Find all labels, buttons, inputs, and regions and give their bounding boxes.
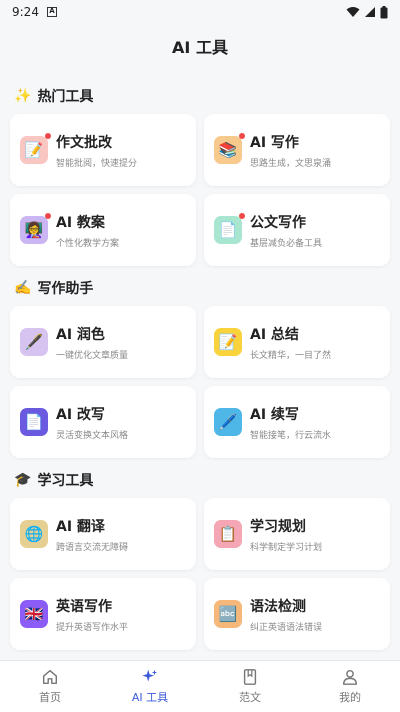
signal-icon — [365, 7, 375, 17]
tool-card-title: AI 翻译 — [56, 518, 105, 535]
tab-label: 首页 — [39, 691, 61, 704]
tool-card-text: 语法检测纠正英语语法错误 — [250, 596, 322, 633]
battery-icon — [380, 5, 388, 18]
tab-label: 我的 — [339, 691, 361, 704]
abc-icon: 🔤 — [214, 600, 242, 628]
tool-card-subtitle: 思路生成，文思泉涌 — [250, 158, 332, 169]
tab-book[interactable]: 范文 — [200, 661, 300, 712]
wifi-icon — [346, 7, 360, 17]
tool-grid: 🌐 AI 翻译跨语言交流无障碍 📋 学习规划科学制定学习计划 🇬🇧 英语写作提升英语写作水… — [0, 498, 400, 650]
section-title: 🎓 学习工具 — [0, 462, 400, 498]
page-title: AI 工具 — [172, 38, 228, 57]
teacher-icon: 👩‍🏫 — [20, 213, 51, 244]
tool-card-title: 语法检测 — [250, 598, 306, 615]
notification-icon: A — [46, 7, 57, 17]
section-title: ✍️ 写作助手 — [0, 270, 400, 306]
section-title: ✨ 热门工具 — [0, 78, 400, 114]
tool-card-subtitle: 智能接笔，行云流水 — [250, 430, 332, 441]
clipboard-icon: 📋 — [214, 520, 242, 548]
tool-card-text: AI 翻译跨语言交流无障碍 — [56, 516, 128, 553]
tool-card[interactable]: 📝 作文批改 智能批阅，快速提分 — [10, 114, 196, 186]
tool-card-subtitle: 跨语言交流无障碍 — [56, 542, 129, 553]
tool-card-text: 英语写作提升英语写作水平 — [56, 596, 128, 633]
pencil-note-icon: 📝 — [20, 133, 51, 164]
tool-card[interactable]: 📋 学习规划科学制定学习计划 — [204, 498, 390, 570]
tool-card-subtitle: 个性化教学方案 — [56, 238, 120, 249]
uk-flag-icon: 🇬🇧 — [20, 600, 48, 628]
tool-card-text: AI 写作思路生成，文思泉涌 — [250, 132, 331, 169]
tool-card-subtitle: 提升英语写作水平 — [56, 622, 129, 633]
section-title-label: 写作助手 — [37, 281, 94, 297]
tool-grid: 🖋️ AI 润色一键优化文章质量 📝 AI 总结长文精华，一目了然 📄 AI 改写灵活变换… — [0, 306, 400, 458]
tool-card-text: 公文写作基层减负必备工具 — [250, 212, 322, 249]
tool-card[interactable]: 🖋️ AI 润色一键优化文章质量 — [10, 306, 196, 378]
tool-card-title: 学习规划 — [250, 518, 306, 535]
tab-user[interactable]: 我的 — [300, 661, 400, 712]
page-icon: 📄 — [20, 408, 48, 436]
tab-label: AI 工具 — [131, 691, 169, 704]
tool-card[interactable]: 📄 公文写作 基层减负必备工具 — [204, 194, 390, 266]
sparkle-icon — [142, 669, 158, 682]
tab-sparkle[interactable]: AI 工具 — [100, 661, 200, 712]
new-badge-dot — [239, 213, 245, 219]
fountain-pen-icon: 🖋️ — [20, 328, 48, 356]
new-badge-dot — [45, 213, 51, 219]
tool-card[interactable]: 📚 AI 写作 思路生成，文思泉涌 — [204, 114, 390, 186]
section-emoji-icon: ✍️ — [14, 280, 32, 296]
tab-label: 范文 — [239, 691, 261, 704]
section-title-label: 热门工具 — [37, 89, 94, 105]
section-emoji-icon: 🎓 — [14, 472, 32, 488]
tool-card-title: AI 写作 — [250, 134, 299, 151]
new-badge-dot — [239, 133, 245, 139]
tool-card-subtitle: 灵活变换文本风格 — [56, 430, 129, 441]
section-emoji-icon: ✨ — [14, 88, 32, 104]
memo-icon: 📝 — [214, 328, 242, 356]
tool-card-subtitle: 基层减负必备工具 — [250, 238, 323, 249]
tool-card[interactable]: 📄 AI 改写灵活变换文本风格 — [10, 386, 196, 458]
tool-card-title: 作文批改 — [56, 134, 112, 151]
globe-icon: 🌐 — [20, 520, 48, 548]
main-content: ✨ 热门工具 📝 作文批改 智能批阅，快速提分 📚 AI 写作 思路生成，文思泉涌 👩‍🏫 AI … — [0, 78, 400, 660]
home-icon — [42, 669, 58, 685]
tool-card-text: AI 总结长文精华，一目了然 — [250, 324, 331, 361]
tool-card-text: 作文批改智能批阅，快速提分 — [56, 132, 137, 169]
tool-card-title: 英语写作 — [56, 598, 112, 615]
tool-grid: 📝 作文批改 智能批阅，快速提分 📚 AI 写作 思路生成，文思泉涌 👩‍🏫 AI 教案 个性化… — [0, 114, 400, 266]
status-time: 9:24 — [12, 5, 39, 19]
tool-card-title: AI 教案 — [56, 214, 105, 231]
tab-home[interactable]: 首页 — [0, 661, 100, 712]
tool-card-text: AI 润色一键优化文章质量 — [56, 324, 128, 361]
user-icon — [342, 669, 358, 685]
document-icon: 📄 — [214, 213, 245, 244]
tool-card[interactable]: 📝 AI 总结长文精华，一目了然 — [204, 306, 390, 378]
tool-card-title: AI 续写 — [250, 406, 299, 423]
section-title-label: 学习工具 — [37, 473, 94, 489]
tool-card-text: 学习规划科学制定学习计划 — [250, 516, 322, 553]
tool-card-text: AI 教案个性化教学方案 — [56, 212, 119, 249]
book-icon — [243, 669, 257, 685]
tool-card-title: AI 润色 — [56, 326, 105, 343]
tool-card[interactable]: 👩‍🏫 AI 教案 个性化教学方案 — [10, 194, 196, 266]
tool-card[interactable]: 🌐 AI 翻译跨语言交流无障碍 — [10, 498, 196, 570]
bottom-tab-bar: 首页 AI 工具 范文 我的 — [0, 660, 400, 712]
tool-card-subtitle: 长文精华，一目了然 — [250, 350, 332, 361]
new-badge-dot — [45, 133, 51, 139]
tool-card[interactable]: 🔤 语法检测纠正英语语法错误 — [204, 578, 390, 650]
tool-card-subtitle: 一键优化文章质量 — [56, 350, 129, 361]
tool-card[interactable]: 🇬🇧 英语写作提升英语写作水平 — [10, 578, 196, 650]
tool-card-title: AI 改写 — [56, 406, 105, 423]
pen-icon: 🖊️ — [214, 408, 242, 436]
tool-card-subtitle: 科学制定学习计划 — [250, 542, 323, 553]
tool-card-subtitle: 智能批阅，快速提分 — [56, 158, 138, 169]
tool-card-subtitle: 纠正英语语法错误 — [250, 622, 323, 633]
tool-card-title: AI 总结 — [250, 326, 299, 343]
tool-card[interactable]: 🖊️ AI 续写智能接笔，行云流水 — [204, 386, 390, 458]
tool-card-text: AI 续写智能接笔，行云流水 — [250, 404, 331, 441]
tool-card-text: AI 改写灵活变换文本风格 — [56, 404, 128, 441]
status-bar: 9:24 A — [0, 0, 400, 24]
books-icon: 📚 — [214, 133, 245, 164]
tool-card-title: 公文写作 — [250, 214, 306, 231]
